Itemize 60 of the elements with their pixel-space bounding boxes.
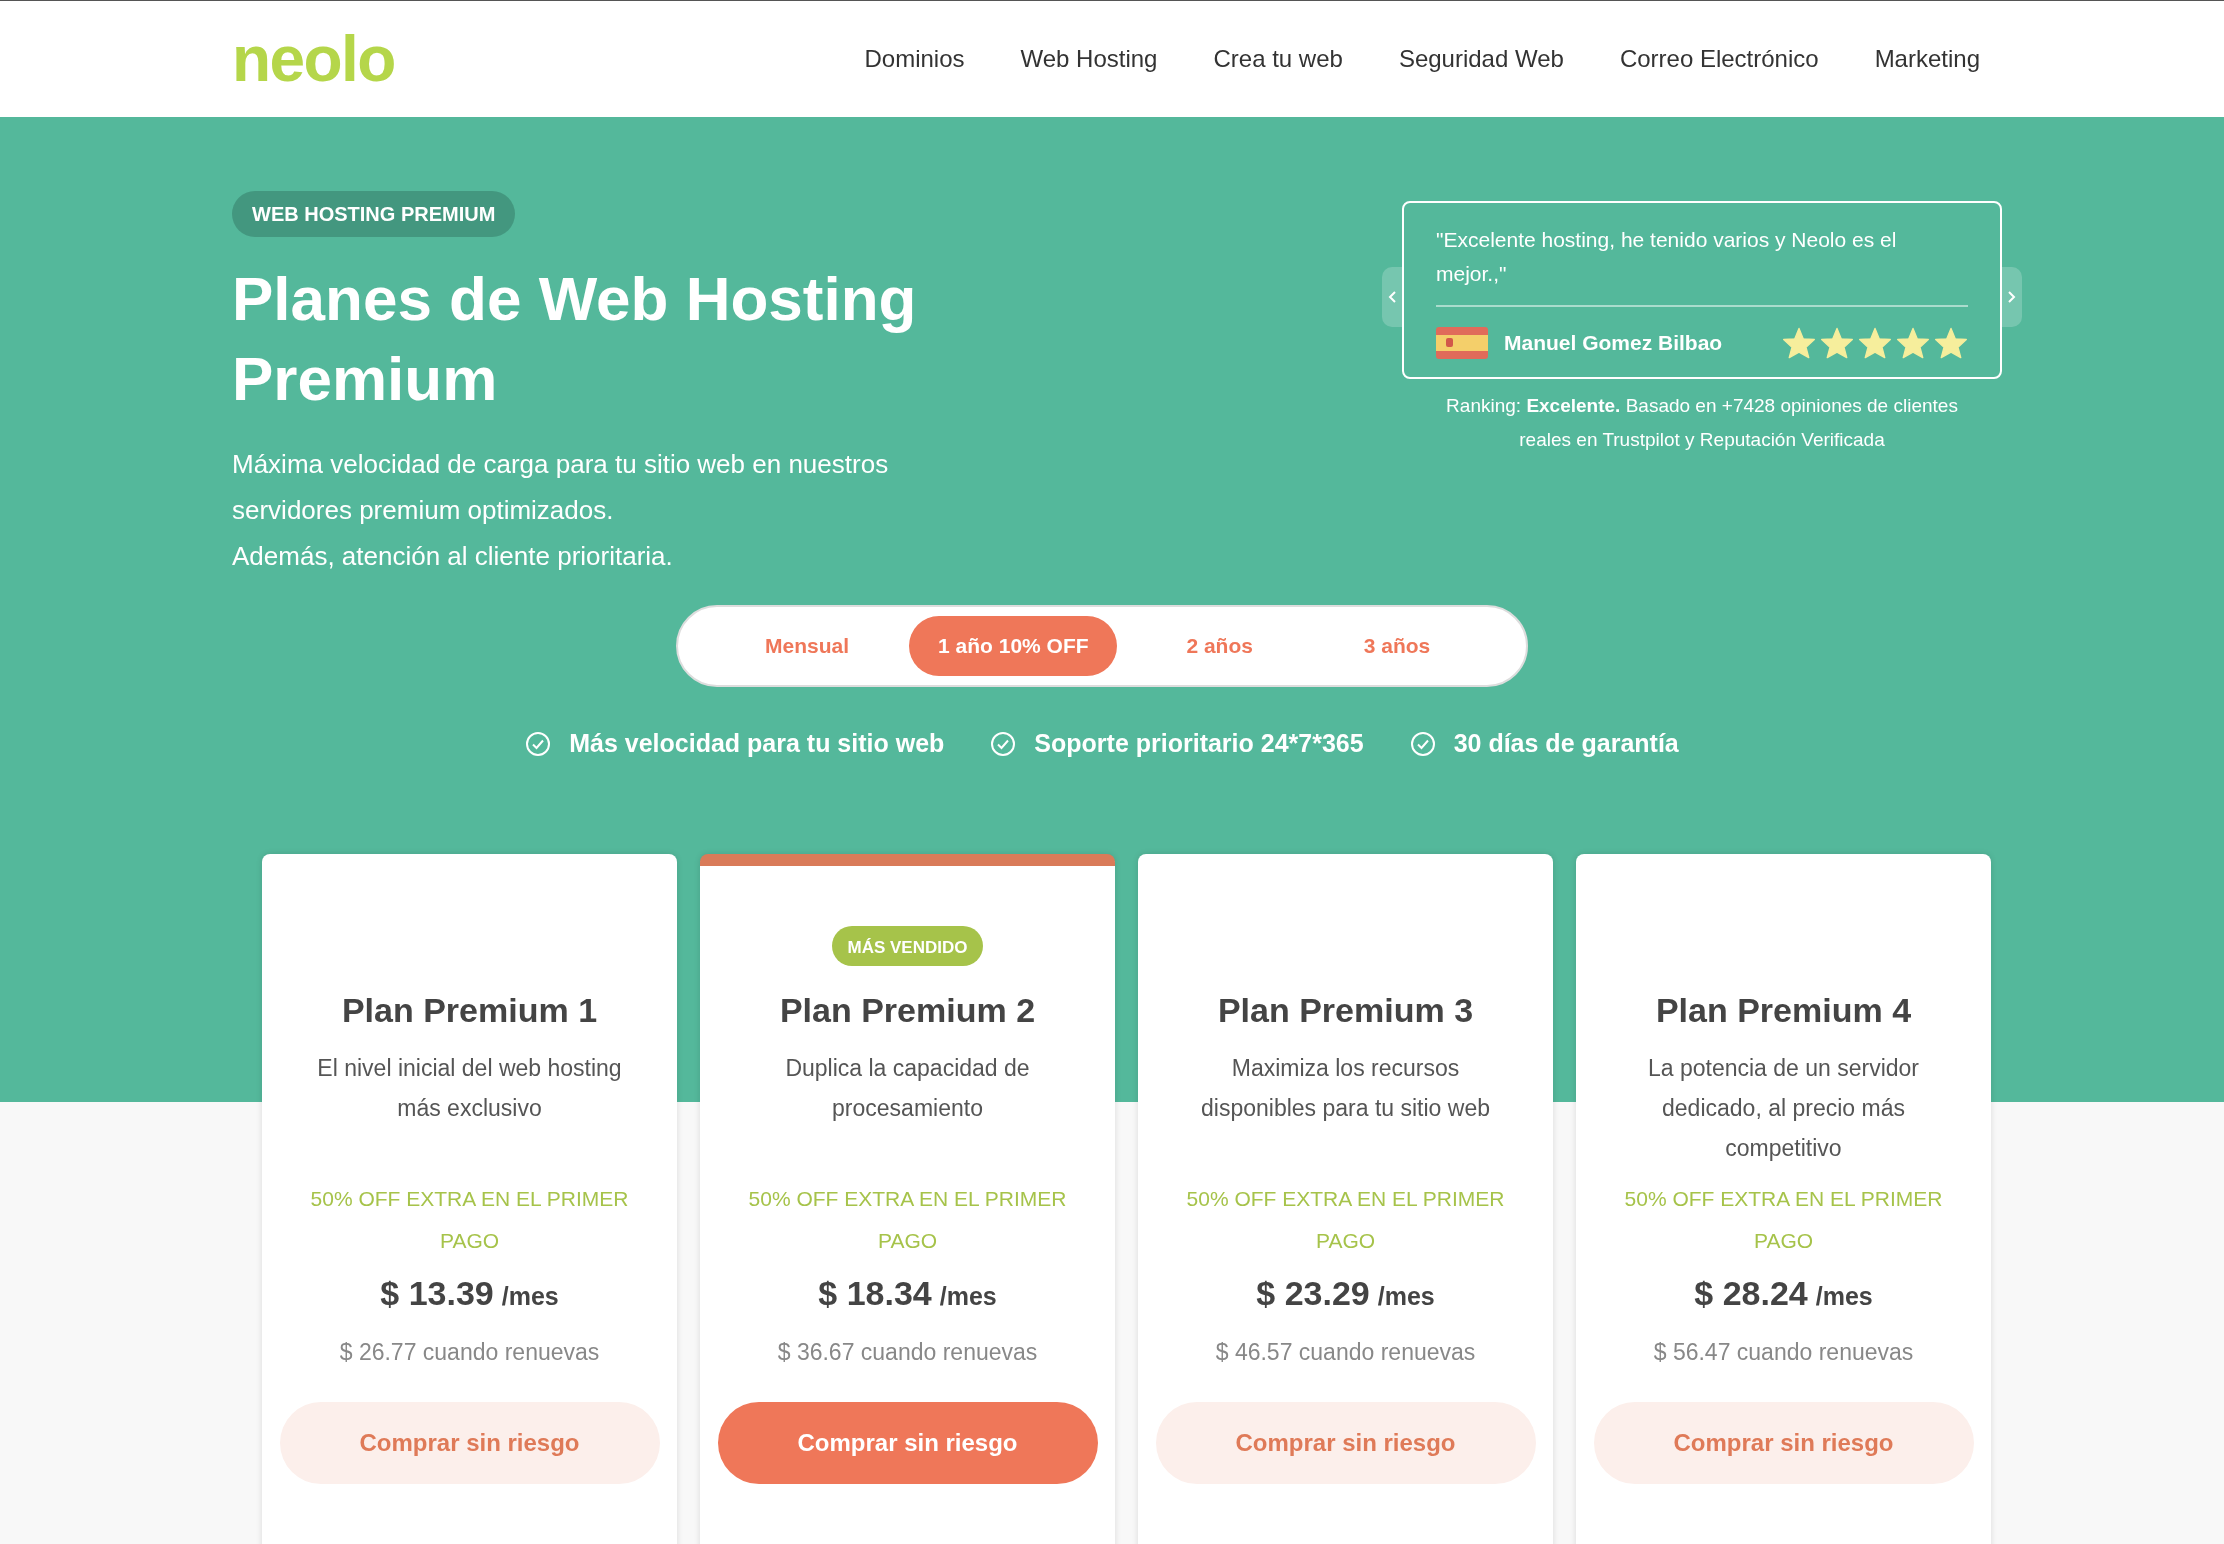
best-seller-badge: MÁS VENDIDO [831, 926, 984, 966]
billing-tab[interactable]: Mensual [732, 616, 882, 676]
renewal-price: $ 46.57 cuando renuevas [1215, 1338, 1476, 1367]
promo-text: 50% OFF EXTRA EN EL PRIMER PAGO [309, 1186, 630, 1254]
category-badge: WEB HOSTING PREMIUM [232, 191, 516, 237]
plan-description: Maximiza los recursos disponibles para tu sitio web [1200, 1054, 1491, 1123]
check-circle-icon [990, 730, 1017, 757]
logo[interactable]: neolo [232, 27, 395, 91]
flag-icon [1436, 327, 1488, 359]
nav-link[interactable]: Crea tu web [1213, 41, 1343, 77]
promo-text: 50% OFF EXTRA EN EL PRIMER PAGO [747, 1186, 1068, 1254]
buy-button[interactable]: Comprar sin riesgo [1155, 1401, 1536, 1484]
nav-link[interactable]: Dominios [864, 41, 965, 77]
billing-tab[interactable]: 2 años [1144, 616, 1295, 676]
star-icon [1782, 327, 1816, 359]
promo-text: 50% OFF EXTRA EN EL PRIMER PAGO [1185, 1186, 1506, 1254]
plan-description: La potencia de un servidor dedicado, al precio más competitivo [1646, 1054, 1921, 1163]
buy-button[interactable]: Comprar sin riesgo [717, 1401, 1098, 1484]
price-unit: /mes [501, 1281, 559, 1312]
nav-link[interactable]: Correo Electrónico [1619, 41, 1819, 77]
plan-name: Plan Premium 1 [341, 990, 598, 1031]
feature-text: 30 días de garantía [1453, 728, 1679, 759]
ranking-text: Ranking: Excelente. Basado en +7428 opiniones de clientes reales en Trustpilot y Reputación Verificada [1445, 394, 1959, 452]
promo-text: 50% OFF EXTRA EN EL PRIMER PAGO [1623, 1186, 1944, 1254]
star-icon [1896, 327, 1930, 359]
price: $ 18.34 [818, 1273, 932, 1314]
nav-link[interactable]: Seguridad Web [1398, 41, 1564, 77]
page-title: Planes de Web Hosting Premium [232, 263, 918, 415]
reviewer-name: Manuel Gomez Bilbao [1504, 330, 1723, 357]
hero-paragraph: Además, atención al cliente prioritaria. [232, 540, 674, 573]
renewal-price: $ 26.77 cuando renuevas [339, 1338, 600, 1367]
price: $ 28.24 [1694, 1273, 1808, 1314]
previous-arrow[interactable] [1382, 267, 1404, 327]
buy-button[interactable]: Comprar sin riesgo [279, 1401, 660, 1484]
feature-text: Soporte prioritario 24*7*365 [1034, 728, 1364, 759]
star-icon [1820, 327, 1854, 359]
billing-tab[interactable]: 1 año 10% OFF [909, 616, 1118, 676]
plan-name: Plan Premium 3 [1217, 990, 1474, 1031]
plan-description: El nivel inicial del web hosting más exclusivo [316, 1054, 623, 1123]
price-unit: /mes [1815, 1281, 1873, 1312]
star-icon [1858, 327, 1892, 359]
buy-button[interactable]: Comprar sin riesgo [1593, 1401, 1974, 1484]
price: $ 23.29 [1256, 1273, 1370, 1314]
renewal-price: $ 36.67 cuando renuevas [777, 1338, 1038, 1367]
price-unit: /mes [1377, 1281, 1435, 1312]
check-circle-icon [1409, 730, 1436, 757]
price: $ 13.39 [380, 1273, 494, 1314]
nav-link[interactable]: Marketing [1874, 41, 1980, 77]
plan-description: Duplica la capacidad de procesamiento [784, 1054, 1031, 1123]
star-icon [1934, 327, 1968, 359]
nav-link[interactable]: Web Hosting [1020, 41, 1158, 77]
feature-text: Más velocidad para tu sitio web [569, 728, 945, 759]
renewal-price: $ 56.47 cuando renuevas [1653, 1338, 1914, 1367]
testimonial-quote: "Excelente hosting, he tenido varios y Neolo es el mejor.," [1436, 223, 1968, 307]
check-circle-icon [525, 730, 552, 757]
plan-name: Plan Premium 2 [779, 990, 1036, 1031]
hero-paragraph: Máxima velocidad de carga para tu sitio web en nuestros servidores premium optimizados. [232, 448, 890, 527]
price-unit: /mes [939, 1281, 997, 1312]
plan-name: Plan Premium 4 [1655, 990, 1912, 1031]
billing-tab[interactable]: 3 años [1322, 616, 1472, 676]
